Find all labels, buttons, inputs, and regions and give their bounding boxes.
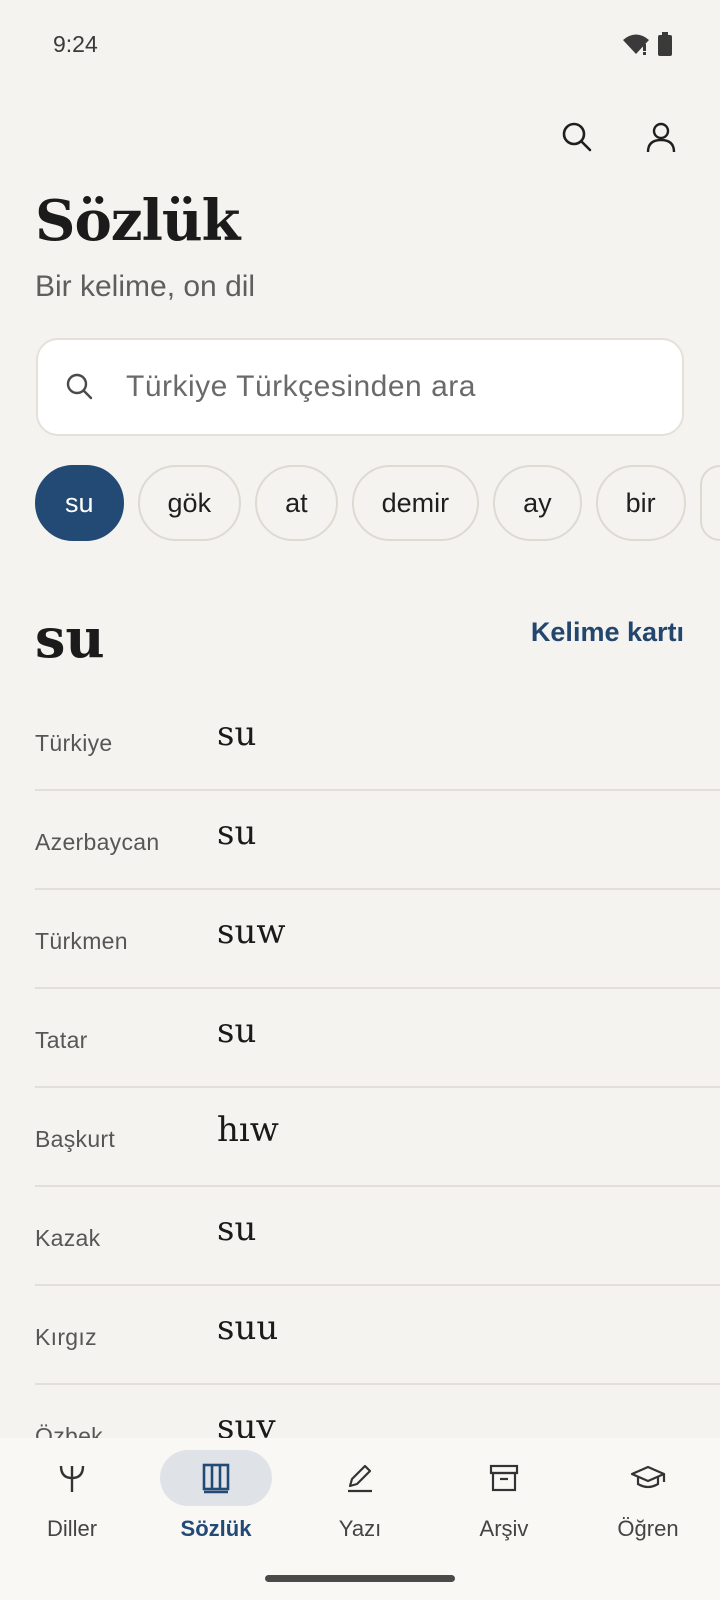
search-button[interactable]: [558, 118, 596, 156]
user-icon: [646, 122, 676, 153]
language-list: Türkiye su Azerbaycan su Türkmen suw Tat…: [35, 692, 720, 1484]
nav-yazi[interactable]: Yazı: [288, 1450, 432, 1560]
language-name: Azerbaycan: [35, 829, 160, 855]
language-name: Kazak: [35, 1225, 101, 1251]
nav-icon-wrap: [304, 1450, 416, 1506]
chip-bir[interactable]: bir: [595, 465, 686, 541]
language-name: Türkiye: [35, 730, 113, 756]
language-name: Başkurt: [35, 1126, 116, 1152]
nav-arsiv[interactable]: Arşiv: [432, 1450, 576, 1560]
status-bar: 9:24: [0, 0, 720, 90]
language-word: su: [217, 813, 257, 853]
chip-demir[interactable]: demir: [351, 465, 480, 541]
top-actions: [558, 118, 680, 156]
search-icon: [562, 122, 592, 152]
language-name: Türkmen: [35, 928, 128, 954]
book-icon: [202, 1463, 230, 1494]
page-title: Sözlük: [35, 188, 240, 254]
list-item[interactable]: Tatar su: [35, 989, 720, 1088]
entry-word: su: [35, 606, 105, 670]
nav-diller[interactable]: Diller: [0, 1450, 144, 1560]
list-item[interactable]: Türkmen suw: [35, 890, 720, 989]
search-input[interactable]: [126, 370, 646, 404]
list-item[interactable]: Başkurt hıw: [35, 1088, 720, 1187]
language-word: suw: [217, 912, 286, 952]
language-name: Tatar: [35, 1027, 88, 1053]
word-card-link[interactable]: Kelime kartı: [531, 617, 684, 648]
language-word: su: [217, 714, 257, 754]
nav-icon-wrap: [448, 1450, 560, 1506]
trident-icon: [59, 1465, 85, 1492]
chip-gok[interactable]: gök: [137, 465, 242, 541]
language-word: su: [217, 1011, 257, 1051]
pen-icon: [348, 1464, 372, 1493]
nav-label: Sözlük: [180, 1516, 252, 1541]
nav-icon-wrap: [592, 1450, 704, 1506]
nav-label: Öğren: [617, 1516, 679, 1541]
search-box[interactable]: [36, 338, 684, 436]
status-icons: [622, 32, 672, 56]
wifi-icon: [623, 34, 649, 55]
archive-icon: [489, 1464, 519, 1492]
page-subtitle: Bir kelime, on dil: [35, 270, 256, 303]
list-item[interactable]: Türkiye su: [35, 692, 720, 791]
language-word: su: [217, 1209, 257, 1249]
profile-button[interactable]: [642, 118, 680, 156]
list-item[interactable]: Azerbaycan su: [35, 791, 720, 890]
word-chips: su gök at demir ay bir: [35, 465, 720, 543]
graduation-cap-icon: [630, 1465, 666, 1489]
chip-su[interactable]: su: [35, 465, 124, 541]
language-name: Kırgız: [35, 1324, 97, 1350]
nav-label: Yazı: [338, 1516, 382, 1541]
battery-icon: [658, 32, 672, 56]
nav-label: Diller: [46, 1516, 98, 1541]
chip-at[interactable]: at: [255, 465, 338, 541]
language-word: hıw: [217, 1110, 279, 1150]
nav-ogren[interactable]: Öğren: [576, 1450, 720, 1560]
search-icon: [66, 373, 93, 400]
nav-icon-wrap: [160, 1450, 272, 1506]
nav-icon-wrap: [16, 1450, 128, 1506]
chip-more[interactable]: [699, 465, 720, 541]
status-time: 9:24: [53, 31, 98, 57]
chip-ay[interactable]: ay: [493, 465, 582, 541]
list-item[interactable]: Kırgız suu: [35, 1286, 720, 1385]
home-indicator[interactable]: [265, 1575, 455, 1582]
language-word: suu: [217, 1308, 279, 1348]
nav-sozluk[interactable]: Sözlük: [144, 1450, 288, 1560]
nav-label: Arşiv: [479, 1516, 529, 1541]
list-item[interactable]: Kazak su: [35, 1187, 720, 1286]
